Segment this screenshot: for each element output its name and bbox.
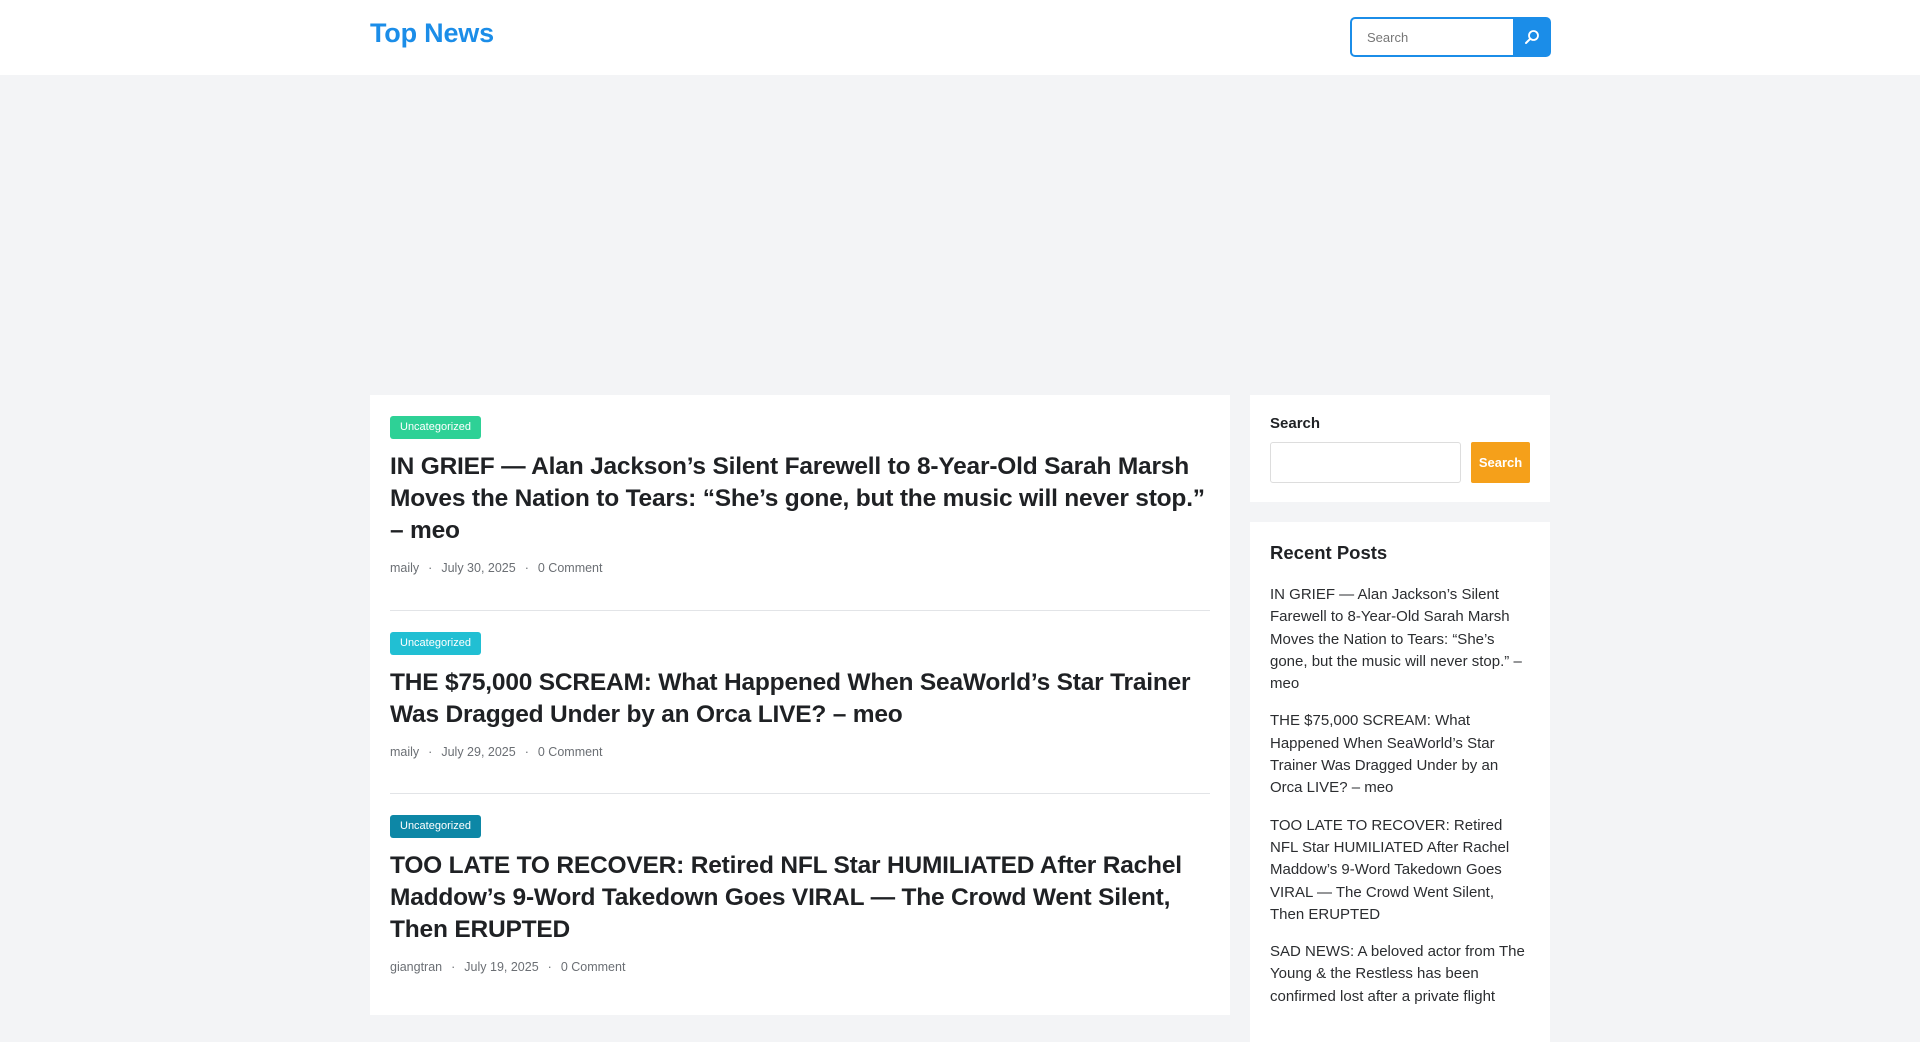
widget-search-button[interactable]: Search <box>1471 442 1530 483</box>
meta-separator: · <box>451 960 456 974</box>
post-comments[interactable]: 0 Comment <box>538 561 603 575</box>
recent-post-link[interactable]: SAD NEWS: A beloved actor from The Young… <box>1270 941 1530 1008</box>
meta-separator: · <box>547 960 552 974</box>
recent-post-link[interactable]: TOO LATE TO RECOVER: Retired NFL Star HU… <box>1270 815 1530 926</box>
post-item: Uncategorized TOO LATE TO RECOVER: Retir… <box>390 815 1210 974</box>
recent-posts-title: Recent Posts <box>1270 542 1388 563</box>
search-widget: Search Search <box>1250 395 1550 502</box>
post-meta: giangtran · July 19, 2025 · 0 Comment <box>390 960 1210 974</box>
post-comments[interactable]: 0 Comment <box>561 960 626 974</box>
header-search <box>1350 17 1551 57</box>
post-meta: maily · July 29, 2025 · 0 Comment <box>390 745 1210 759</box>
recent-posts-widget: Recent Posts IN GRIEF — Alan Jackson’s S… <box>1250 522 1550 1042</box>
post-divider <box>390 610 1210 611</box>
post-title[interactable]: IN GRIEF — Alan Jackson’s Silent Farewel… <box>390 451 1210 547</box>
meta-separator: · <box>524 745 529 759</box>
search-widget-title: Search <box>1270 415 1321 432</box>
post-author[interactable]: giangtran <box>390 960 442 974</box>
meta-separator: · <box>524 561 529 575</box>
meta-separator: · <box>428 561 433 575</box>
widget-search-input[interactable] <box>1270 442 1461 483</box>
header-search-input[interactable] <box>1350 17 1515 57</box>
post-date[interactable]: July 19, 2025 <box>464 960 538 974</box>
category-badge[interactable]: Uncategorized <box>390 416 481 439</box>
post-item: Uncategorized IN GRIEF — Alan Jackson’s … <box>390 416 1210 575</box>
post-date[interactable]: July 29, 2025 <box>441 745 515 759</box>
site-header: Top News <box>0 0 1920 75</box>
meta-separator: · <box>428 745 433 759</box>
post-date[interactable]: July 30, 2025 <box>441 561 515 575</box>
post-meta: maily · July 30, 2025 · 0 Comment <box>390 561 1210 575</box>
post-item: Uncategorized THE $75,000 SCREAM: What H… <box>390 632 1210 759</box>
post-list: Uncategorized IN GRIEF — Alan Jackson’s … <box>370 395 1230 1015</box>
recent-post-link[interactable]: IN GRIEF — Alan Jackson’s Silent Farewel… <box>1270 584 1530 695</box>
header-search-button[interactable] <box>1513 17 1551 57</box>
post-author[interactable]: maily <box>390 561 419 575</box>
category-badge[interactable]: Uncategorized <box>390 815 481 838</box>
post-title[interactable]: TOO LATE TO RECOVER: Retired NFL Star HU… <box>390 850 1210 946</box>
site-logo[interactable]: Top News <box>370 18 494 49</box>
category-badge[interactable]: Uncategorized <box>390 632 481 655</box>
recent-posts-list: IN GRIEF — Alan Jackson’s Silent Farewel… <box>1270 584 1530 1008</box>
search-icon <box>1525 30 1539 44</box>
recent-post-link[interactable]: THE $75,000 SCREAM: What Happened When S… <box>1270 710 1530 799</box>
post-title[interactable]: THE $75,000 SCREAM: What Happened When S… <box>390 667 1210 731</box>
post-divider <box>390 793 1210 794</box>
post-author[interactable]: maily <box>390 745 419 759</box>
post-comments[interactable]: 0 Comment <box>538 745 603 759</box>
